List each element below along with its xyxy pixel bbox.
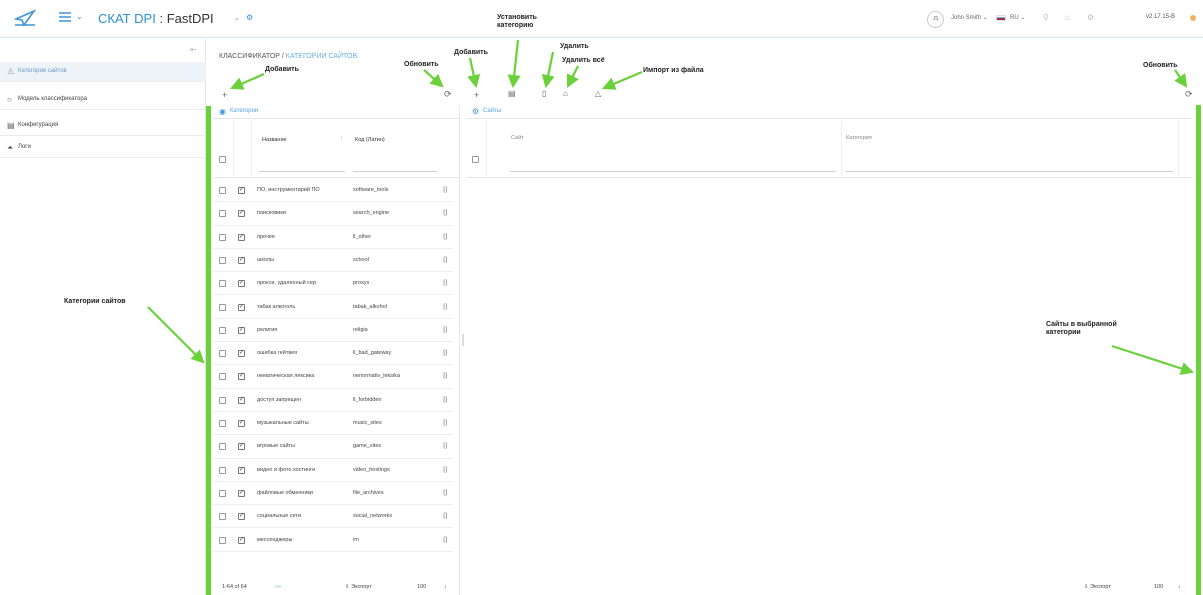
arrow-delete: [541, 51, 555, 89]
arrow-set-category: [507, 39, 521, 89]
arrow-refresh-left: [423, 69, 444, 88]
arrow-delete-all: [567, 65, 579, 88]
arrow-refresh-right: [1174, 69, 1188, 88]
arrow-sites-in-category: [1111, 344, 1195, 375]
arrow-import: [601, 70, 643, 90]
arrow-site-categories: [147, 306, 205, 364]
arrow-add-right: [467, 57, 481, 89]
annotation-arrows: [147, 39, 1195, 375]
arrow-add-left: [229, 72, 265, 90]
